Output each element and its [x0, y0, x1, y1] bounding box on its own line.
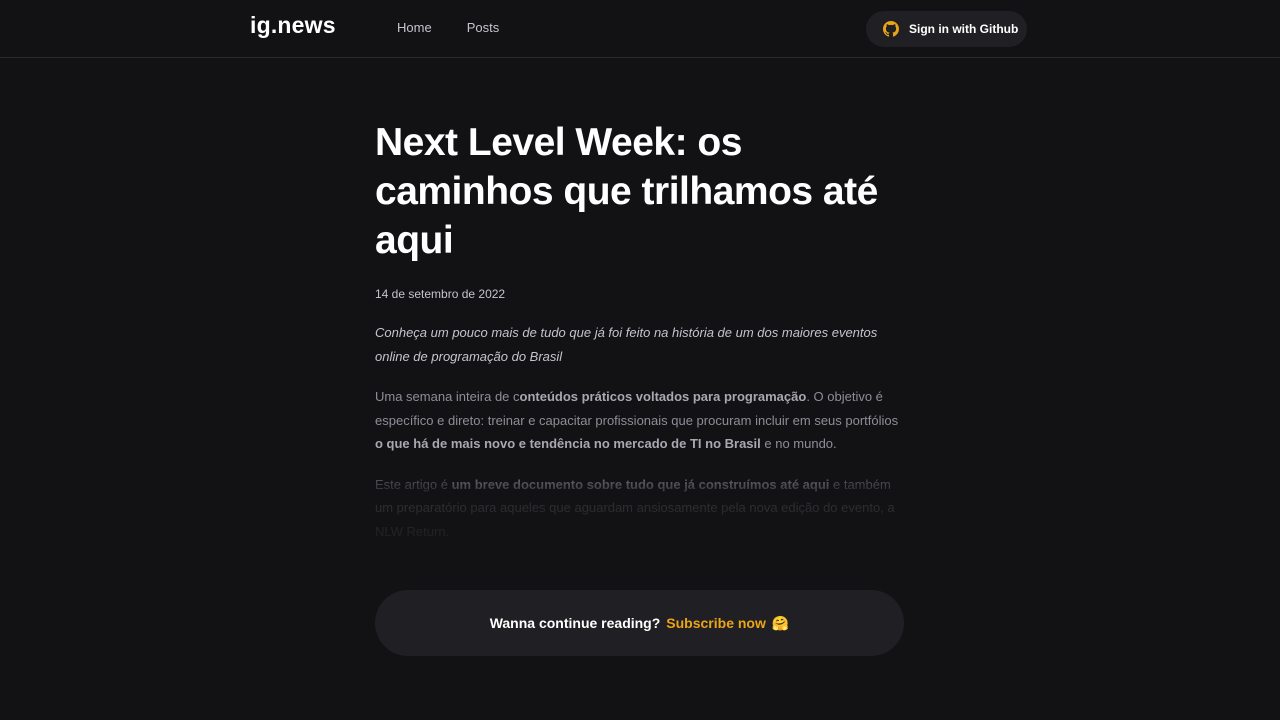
- p2-bold-1: um breve documento sobre tudo que já con…: [451, 476, 830, 492]
- post-paragraph-1: Uma semana inteira de conteúdos práticos…: [375, 385, 905, 456]
- continue-reading-banner: Wanna continue reading? Subscribe now 🤗: [375, 590, 904, 656]
- post-date: 14 de setembro de 2022: [375, 287, 506, 301]
- logo[interactable]: ig.news: [250, 12, 336, 39]
- post-content-preview: Conheça um pouco mais de tudo que já foi…: [375, 321, 905, 552]
- github-icon: [883, 21, 899, 37]
- main-nav: Home Posts: [397, 20, 499, 35]
- continue-reading-text: Wanna continue reading?: [489, 615, 661, 631]
- p1-text-3: e no mundo.: [760, 436, 837, 451]
- post-article: Next Level Week: os caminhos que trilham…: [375, 118, 905, 560]
- nav-posts-link[interactable]: Posts: [467, 20, 500, 35]
- p1-text-1: Uma semana inteira de c: [375, 389, 520, 404]
- hugging-face-icon: 🤗: [771, 614, 790, 631]
- sign-in-github-button[interactable]: Sign in with Github: [866, 11, 1027, 47]
- subscribe-now-link[interactable]: Subscribe now: [666, 615, 766, 631]
- post-intro: Conheça um pouco mais de tudo que já foi…: [375, 325, 878, 364]
- p1-bold-1: onteúdos práticos voltados para programa…: [519, 389, 807, 404]
- header: ig.news Home Posts Sign in with Github: [0, 0, 1280, 58]
- p2-text-1: Este artigo é: [375, 476, 452, 492]
- nav-home-link[interactable]: Home: [397, 20, 432, 35]
- post-title: Next Level Week: os caminhos que trilham…: [375, 121, 878, 262]
- post-paragraph-2: Este artigo é um breve documento sobre t…: [375, 473, 905, 544]
- sign-in-label: Sign in with Github: [909, 22, 1019, 36]
- p1-bold-2: o que há de mais novo e tendência no mer…: [375, 436, 761, 451]
